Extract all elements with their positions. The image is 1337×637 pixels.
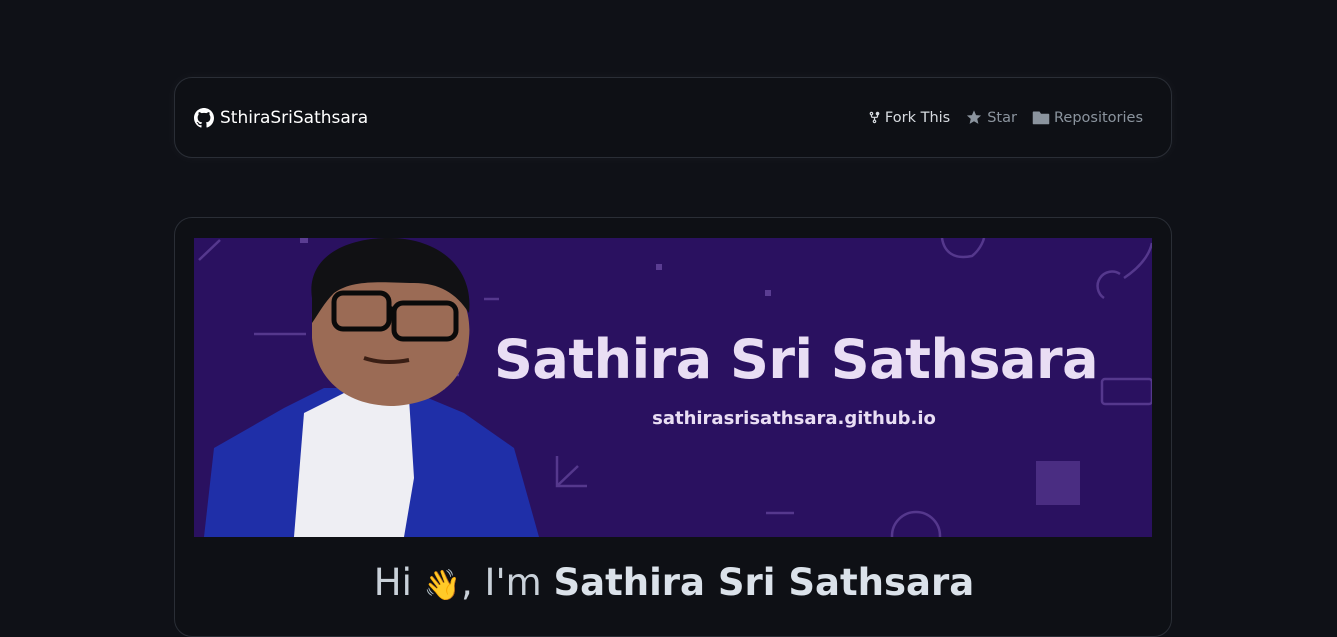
intro-heading: Hi 👋, I'm Sathira Sri Sathsara [175,561,1173,604]
waving-hand-icon: 👋 [423,568,462,603]
brand-link[interactable]: SthiraSriSathsara [194,108,368,128]
banner-url: sathirasrisathsara.github.io [652,408,936,429]
brand-name: SthiraSriSathsara [220,108,369,128]
profile-banner: Sathira Sri Sathsara sathirasrisathsara.… [194,238,1152,537]
star-label: Star [987,109,1017,126]
star-icon [967,110,982,124]
star-link[interactable]: Star [965,109,1017,126]
intro-middle: , I'm [461,561,554,604]
fork-this-label: Fork This [884,109,951,126]
fork-this-link[interactable]: Fork This [868,110,950,126]
readme-card: Sathira Sri Sathsara sathirasrisathsara.… [174,217,1172,637]
folder-icon [1032,111,1050,125]
banner-title: Sathira Sri Sathsara [494,328,1099,391]
fork-icon [869,111,880,124]
repositories-label: Repositories [1053,109,1143,126]
top-navbar: SthiraSriSathsara Fork This Star Reposit… [174,77,1172,158]
nav-links: Fork This Star Repositories [868,109,1143,126]
github-icon [194,108,214,128]
portrait-illustration [204,238,539,537]
intro-prefix: Hi [373,561,424,604]
repositories-link[interactable]: Repositories [1032,110,1143,126]
intro-name: Sathira Sri Sathsara [553,561,975,604]
banner-square [1036,461,1080,505]
